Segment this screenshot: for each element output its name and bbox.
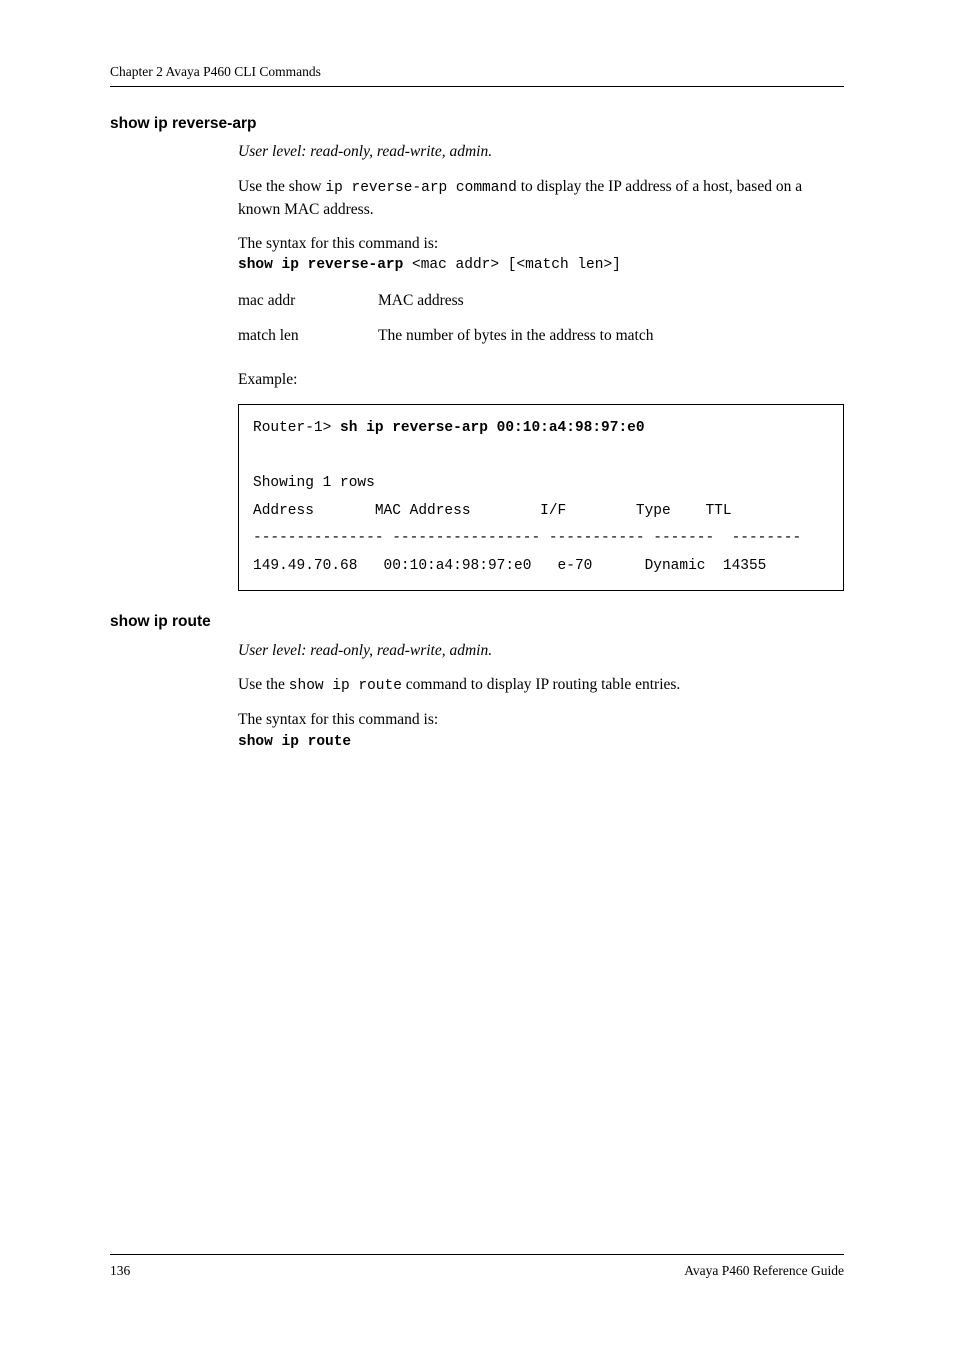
syntax-cmd-2: show ip route xyxy=(238,732,844,753)
section1-body: User level: read-only, read-write, admin… xyxy=(110,141,844,591)
arg-row-macaddr: mac addr MAC address xyxy=(238,290,844,318)
syntax-line: show ip reverse-arp <mac addr> [<match l… xyxy=(238,255,844,276)
example-prompt: Router-1> xyxy=(253,420,340,436)
example-output-box: Router-1> sh ip reverse-arp 00:10:a4:98:… xyxy=(238,404,844,591)
intro2-inline-code: show ip route xyxy=(289,678,402,694)
intro-text-pre: Use the show xyxy=(238,178,325,195)
example-label: Example: xyxy=(238,369,844,391)
intro-inline-code: ip reverse-arp command xyxy=(325,180,516,196)
intro2-text-post: command to display IP routing table entr… xyxy=(402,676,680,693)
user-level-note: User level: read-only, read-write, admin… xyxy=(238,141,844,163)
syntax-args: <mac addr> [<match len>] xyxy=(403,257,621,273)
intro-para-2: Use the show ip route command to display… xyxy=(238,674,844,697)
arg-row-matchlen: match len The number of bytes in the add… xyxy=(238,325,844,353)
example-cmd: sh ip reverse-arp 00:10:a4:98:97:e0 xyxy=(340,420,645,436)
top-rule xyxy=(110,86,844,87)
user-level-note-2: User level: read-only, read-write, admin… xyxy=(238,640,844,662)
footer: 136 Avaya P460 Reference Guide xyxy=(110,1254,844,1281)
running-head: Chapter 2 Avaya P460 CLI Commands xyxy=(110,62,844,82)
arguments-table: mac addr MAC address match len The numbe… xyxy=(238,290,844,353)
syntax-intro-2: The syntax for this command is: xyxy=(238,709,844,731)
arg-desc-macaddr: MAC address xyxy=(378,290,464,312)
footer-title: Avaya P460 Reference Guide xyxy=(684,1261,844,1281)
intro2-text-pre: Use the xyxy=(238,676,289,693)
example-line-header: Address MAC Address I/F Type TTL xyxy=(253,503,732,519)
arg-name-macaddr: mac addr xyxy=(238,290,378,312)
example-line-rows: Showing 1 rows xyxy=(253,475,375,491)
arg-name-matchlen: match len xyxy=(238,325,378,347)
section-heading-reverse-arp: show ip reverse-arp xyxy=(110,113,844,135)
example-line-sep: --------------- ----------------- ------… xyxy=(253,530,801,546)
syntax-cmd: show ip reverse-arp xyxy=(238,257,403,273)
page-number: 136 xyxy=(110,1261,130,1281)
page: Chapter 2 Avaya P460 CLI Commands show i… xyxy=(0,0,954,1351)
intro-para: Use the show ip reverse-arp command to d… xyxy=(238,176,844,221)
section-heading-route: show ip route xyxy=(110,611,844,633)
example-line-data: 149.49.70.68 00:10:a4:98:97:e0 e-70 Dyna… xyxy=(253,558,766,574)
arg-desc-matchlen: The number of bytes in the address to ma… xyxy=(378,325,653,347)
section2-body: User level: read-only, read-write, admin… xyxy=(110,640,844,753)
syntax-intro: The syntax for this command is: xyxy=(238,233,844,255)
